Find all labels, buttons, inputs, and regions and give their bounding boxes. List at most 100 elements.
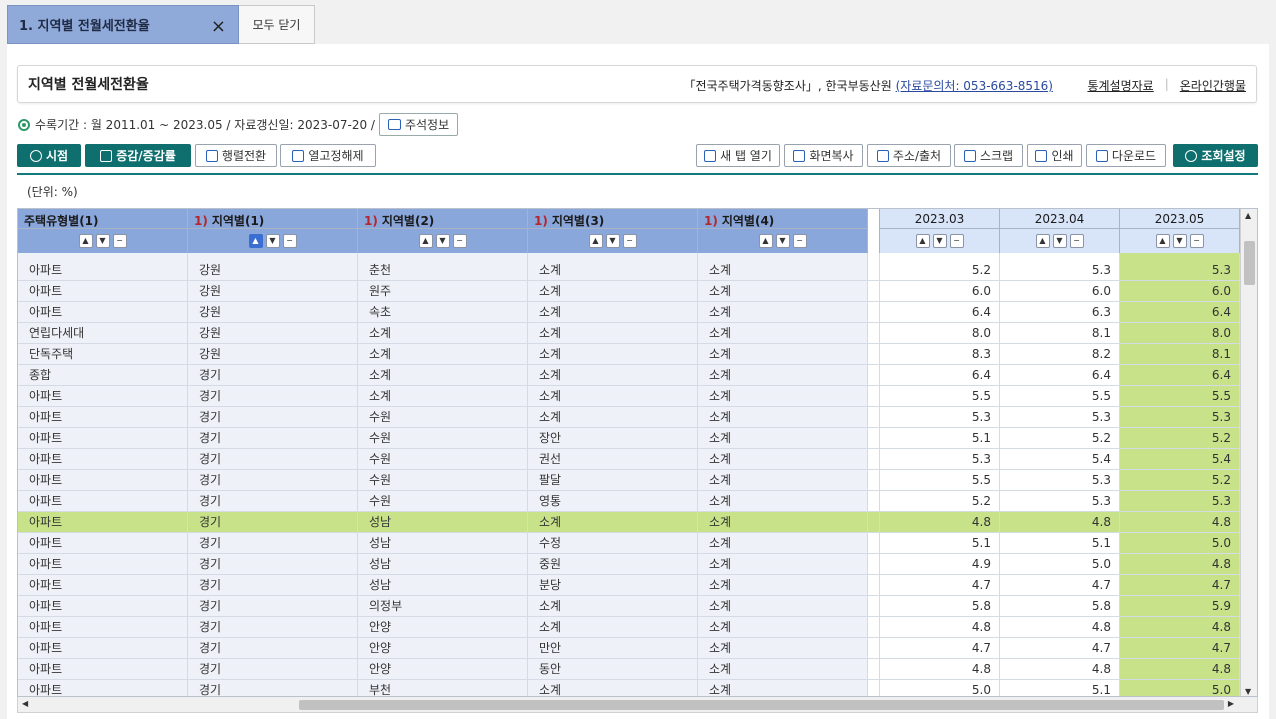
table-cell: 소계 <box>698 449 868 469</box>
table-row[interactable]: 아파트 경기 부천 소계 소계 5.0 5.1 5.0 <box>18 680 1240 696</box>
table-cell <box>1000 253 1120 260</box>
collapse-icon[interactable]: − <box>792 234 807 248</box>
scroll-right-icon[interactable]: ▶ <box>1228 699 1234 708</box>
table-row[interactable]: 아파트 경기 성남 중원 소계 4.9 5.0 4.8 <box>18 554 1240 575</box>
note-button[interactable]: 주석정보 <box>378 113 459 136</box>
sort-up-icon[interactable]: ▲ <box>1155 234 1170 248</box>
column-header[interactable]: 1) 지역별(3) ▲ ▼ − <box>528 209 698 253</box>
table-value-cell: 5.4 <box>1120 449 1240 469</box>
table-row[interactable]: 아파트 경기 성남 분당 소계 4.7 4.7 4.7 <box>18 575 1240 596</box>
period-column-header[interactable]: 2023.04 ▲ ▼ − <box>1000 209 1120 253</box>
sort-down-icon[interactable]: ▼ <box>932 234 947 248</box>
collapse-icon[interactable]: − <box>1069 234 1084 248</box>
download-label: 다운로드 <box>1111 149 1157 163</box>
sort-down-icon[interactable]: ▼ <box>775 234 790 248</box>
query-settings-button[interactable]: 조회설정 <box>1173 144 1258 167</box>
sort-down-icon[interactable]: ▼ <box>265 234 280 248</box>
table-value-cell: 4.8 <box>880 512 1000 532</box>
scroll-up-icon[interactable]: ▲ <box>1245 211 1251 220</box>
sort-down-icon[interactable]: ▼ <box>1052 234 1067 248</box>
table-row[interactable]: 아파트 경기 안양 만안 소계 4.7 4.7 4.7 <box>18 638 1240 659</box>
table-row[interactable]: 아파트 경기 성남 소계 소계 4.8 4.8 4.8 <box>18 512 1240 533</box>
sort-down-icon[interactable]: ▼ <box>1172 234 1187 248</box>
period-column-header[interactable]: 2023.05 ▲ ▼ − <box>1120 209 1240 253</box>
scroll-down-icon[interactable]: ▼ <box>1245 687 1251 696</box>
table-cell-spacer <box>868 575 880 595</box>
copy-screen-button[interactable]: 화면복사 <box>784 144 863 167</box>
collapse-icon[interactable]: − <box>1189 234 1204 248</box>
table-value-cell: 5.5 <box>1120 386 1240 406</box>
table-value-cell: 5.3 <box>1120 491 1240 511</box>
sort-up-icon[interactable]: ▲ <box>758 234 773 248</box>
collapse-icon[interactable]: − <box>282 234 297 248</box>
horizontal-scroll-thumb[interactable] <box>299 700 1224 710</box>
new-tab-button[interactable]: 새 탭 열기 <box>696 144 780 167</box>
table-row[interactable]: 아파트 경기 수원 영통 소계 5.2 5.3 5.3 <box>18 491 1240 512</box>
sort-down-icon[interactable]: ▼ <box>605 234 620 248</box>
sort-up-icon[interactable]: ▲ <box>418 234 433 248</box>
horizontal-scrollbar[interactable]: ◀ ▶ <box>17 697 1258 713</box>
sort-up-icon[interactable]: ▲ <box>78 234 93 248</box>
table-cell: 성남 <box>358 575 528 595</box>
sort-up-icon[interactable]: ▲ <box>915 234 930 248</box>
sort-up-icon[interactable]: ▲ <box>248 234 263 248</box>
collapse-icon[interactable]: − <box>452 234 467 248</box>
table-row[interactable]: 아파트 경기 의정부 소계 소계 5.8 5.8 5.9 <box>18 596 1240 617</box>
table-row[interactable]: 아파트 경기 소계 소계 소계 5.5 5.5 5.5 <box>18 386 1240 407</box>
table-cell: 권선 <box>528 449 698 469</box>
print-button[interactable]: 인쇄 <box>1027 144 1082 167</box>
table-cell: 아파트 <box>18 617 188 637</box>
table-cell: 소계 <box>698 281 868 301</box>
sort-down-icon[interactable]: ▼ <box>95 234 110 248</box>
stats-doc-link[interactable]: 통계설명자료 <box>1087 77 1153 94</box>
table-row[interactable]: 아파트 강원 원주 소계 소계 6.0 6.0 6.0 <box>18 281 1240 302</box>
increase-button[interactable]: 증감/증감률 <box>85 144 191 167</box>
source-contact-link[interactable]: (자료문의처: 053-663-8516) <box>896 79 1053 93</box>
table-value-cell: 5.5 <box>880 470 1000 490</box>
table-row[interactable]: 아파트 경기 수원 권선 소계 5.3 5.4 5.4 <box>18 449 1240 470</box>
vertical-scroll-thumb[interactable] <box>1244 241 1255 285</box>
table-row[interactable]: 아파트 경기 안양 소계 소계 4.8 4.8 4.8 <box>18 617 1240 638</box>
table-row[interactable]: 아파트 경기 수원 소계 소계 5.3 5.3 5.3 <box>18 407 1240 428</box>
table-cell: 아파트 <box>18 533 188 553</box>
column-header-label: 1) 지역별(1) <box>188 212 357 229</box>
table-row[interactable]: 아파트 경기 수원 장안 소계 5.1 5.2 5.2 <box>18 428 1240 449</box>
table-row[interactable]: 아파트 경기 안양 동안 소계 4.8 4.8 4.8 <box>18 659 1240 680</box>
close-all-tab[interactable]: 모두 닫기 <box>239 5 315 44</box>
table-row[interactable]: 아파트 강원 춘천 소계 소계 5.2 5.3 5.3 <box>18 260 1240 281</box>
column-header[interactable]: 1) 지역별(4) ▲ ▼ − <box>698 209 868 253</box>
online-pub-link[interactable]: 온라인간행물 <box>1180 77 1246 94</box>
scrap-button[interactable]: 스크랩 <box>954 144 1023 167</box>
pivot-button[interactable]: 행렬전환 <box>195 144 277 167</box>
table-cell: 아파트 <box>18 407 188 427</box>
tab-active[interactable]: 1. 지역별 전월세전환율 × <box>7 5 239 44</box>
table-row[interactable]: 연립다세대 강원 소계 소계 소계 8.0 8.1 8.0 <box>18 323 1240 344</box>
table-row[interactable]: 아파트 경기 수원 팔달 소계 5.5 5.3 5.2 <box>18 470 1240 491</box>
unfreeze-button[interactable]: 열고정해제 <box>280 144 376 167</box>
vertical-scrollbar[interactable]: ▲ ▼ <box>1240 209 1257 696</box>
sort-up-icon[interactable]: ▲ <box>588 234 603 248</box>
sort-up-icon[interactable]: ▲ <box>1035 234 1050 248</box>
table-row[interactable]: 아파트 강원 속초 소계 소계 6.4 6.3 6.4 <box>18 302 1240 323</box>
close-icon[interactable]: × <box>211 16 226 37</box>
table-value-cell: 4.7 <box>1120 575 1240 595</box>
period-column-header[interactable]: 2023.03 ▲ ▼ − <box>880 209 1000 253</box>
address-button[interactable]: 주소/출처 <box>867 144 951 167</box>
column-header-text: 지역별(4) <box>721 214 775 228</box>
collapse-icon[interactable]: − <box>622 234 637 248</box>
timepoint-button[interactable]: 시점 <box>17 144 81 167</box>
table-cell: 소계 <box>698 344 868 364</box>
collapse-icon[interactable]: − <box>949 234 964 248</box>
column-header[interactable]: 1) 지역별(1) ▲ ▼ − <box>188 209 358 253</box>
column-header[interactable]: 주택유형별(1) ▲ ▼ − <box>18 209 188 253</box>
table-row[interactable]: 아파트 경기 성남 수정 소계 5.1 5.1 5.0 <box>18 533 1240 554</box>
table-row[interactable]: 단독주택 강원 소계 소계 소계 8.3 8.2 8.1 <box>18 344 1240 365</box>
table-value-cell: 5.1 <box>880 533 1000 553</box>
sort-down-icon[interactable]: ▼ <box>435 234 450 248</box>
scroll-left-icon[interactable]: ◀ <box>22 699 28 708</box>
collapse-icon[interactable]: − <box>112 234 127 248</box>
download-button[interactable]: 다운로드 <box>1086 144 1166 167</box>
table-row[interactable]: 종합 경기 소계 소계 소계 6.4 6.4 6.4 <box>18 365 1240 386</box>
column-header[interactable]: 1) 지역별(2) ▲ ▼ − <box>358 209 528 253</box>
table-value-cell: 8.2 <box>1000 344 1120 364</box>
